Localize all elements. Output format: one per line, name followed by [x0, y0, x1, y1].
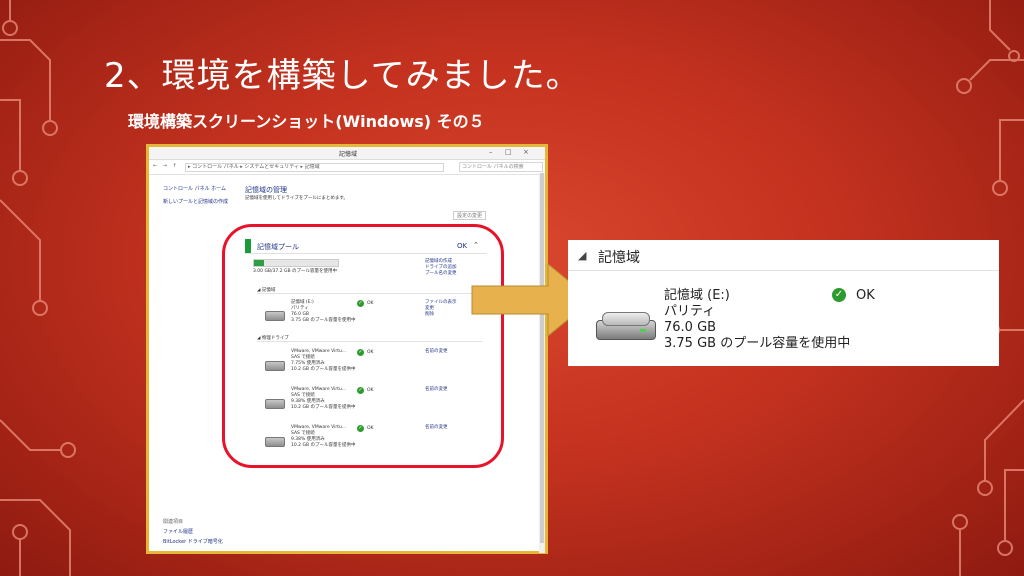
nav-link-home[interactable]: コントロール パネル ホーム	[163, 183, 228, 196]
related-link-bitlocker[interactable]: BitLocker ドライブ暗号化	[163, 537, 223, 547]
zoom-header: ◢ 記憶域	[568, 240, 999, 271]
window-title: 記憶域	[339, 151, 358, 158]
nav-buttons[interactable]: ← → ↑	[153, 163, 179, 169]
zoom-space-usage: 3.75 GB のプール容量を使用中	[664, 336, 851, 351]
zoom-space-info: 記憶域 (E:) パリティ 76.0 GB 3.75 GB のプール容量を使用中	[664, 288, 850, 352]
zoom-status: OK	[856, 288, 875, 303]
window-titlebar: 記憶域 – □ ×	[149, 147, 545, 160]
address-path[interactable]: ▸ コントロール パネル ▸ システムとセキュリティ ▸ 記憶域	[185, 163, 444, 172]
hard-drive-icon	[596, 312, 656, 340]
related-link-file-history[interactable]: ファイル履歴	[163, 527, 223, 537]
minimize-button[interactable]: –	[489, 148, 493, 156]
address-bar: ← → ↑ ▸ コントロール パネル ▸ システムとセキュリティ ▸ 記憶域 コ…	[149, 160, 545, 175]
zoom-space-type: パリティ	[664, 304, 716, 319]
close-button[interactable]: ×	[523, 148, 529, 156]
maximize-button[interactable]: □	[505, 148, 512, 156]
manager-description: 記憶域を使用してドライブをプールにまとめます。	[245, 196, 348, 201]
highlight-oval	[222, 224, 504, 468]
zoom-space-size: 76.0 GB	[664, 320, 717, 335]
zoom-space-name: 記憶域 (E:)	[664, 288, 730, 303]
slide-title: 2、環境を構築してみました。	[104, 56, 581, 96]
collapse-triangle-icon[interactable]: ◢	[578, 249, 586, 262]
zoomed-detail-panel: ◢ 記憶域 記憶域 (E:) パリティ 76.0 GB 3.75 GB のプール…	[568, 240, 999, 366]
ok-check-icon: ✓	[832, 288, 846, 302]
left-nav: コントロール パネル ホーム 新しいプールと記憶域の作成	[163, 183, 228, 209]
related-heading: 関連項目	[163, 519, 184, 525]
related-links: 関連項目 ファイル履歴 BitLocker ドライブ暗号化	[163, 517, 223, 547]
scrollbar[interactable]	[539, 173, 545, 553]
slide-subtitle: 環境構築スクリーンショット(Windows) その５	[128, 112, 485, 131]
nav-link-create-pool[interactable]: 新しいプールと記憶域の作成	[163, 196, 228, 209]
change-settings-button[interactable]: 設定の変更	[453, 211, 487, 220]
search-input[interactable]: コントロール パネルの検索	[459, 162, 543, 172]
zoom-header-label: 記憶域	[598, 250, 640, 266]
manager-title: 記憶域の管理	[245, 186, 287, 194]
